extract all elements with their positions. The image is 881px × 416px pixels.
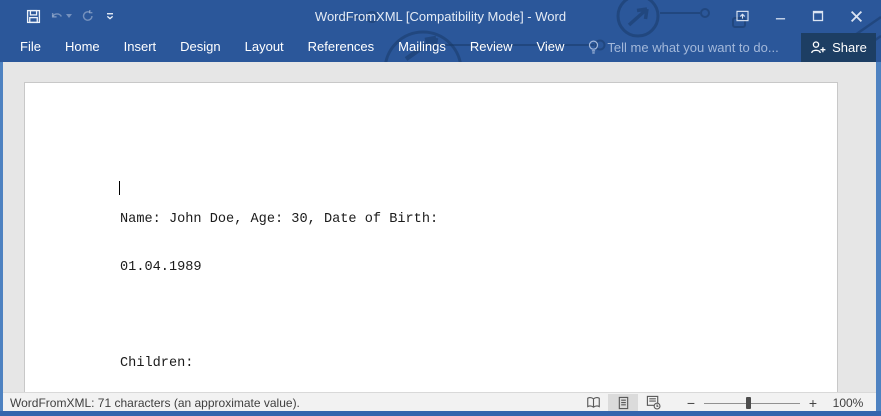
ribbon-tab-row: File Home Insert Design Layout Reference… [0, 32, 881, 62]
tab-home[interactable]: Home [53, 32, 112, 62]
ribbon-display-options-button[interactable] [723, 0, 761, 32]
tab-review[interactable]: Review [458, 32, 525, 62]
redo-button[interactable] [81, 5, 95, 27]
tab-mailings[interactable]: Mailings [386, 32, 458, 62]
lightbulb-icon [586, 39, 601, 56]
zoom-slider-thumb[interactable] [746, 397, 751, 409]
minimize-button[interactable] [761, 0, 799, 32]
qat-customize-icon [104, 10, 116, 22]
status-bar: WordFromXML: 71 characters (an approxima… [3, 392, 876, 412]
maximize-button[interactable] [799, 0, 837, 32]
zoom-in-button[interactable]: + [802, 394, 824, 412]
close-button[interactable] [837, 0, 875, 32]
customize-quick-access-button[interactable] [104, 5, 116, 27]
close-icon [850, 10, 863, 23]
share-button[interactable]: Share [801, 33, 876, 62]
document-line [120, 308, 438, 324]
window-border-right [876, 62, 881, 416]
tell-me-placeholder: Tell me what you want to do... [607, 40, 778, 55]
print-layout-icon [617, 396, 630, 410]
tab-layout[interactable]: Layout [233, 32, 296, 62]
ribbon-display-options-icon [735, 9, 750, 23]
tab-insert[interactable]: Insert [112, 32, 169, 62]
status-message: WordFromXML: 71 characters (an approxima… [3, 396, 300, 410]
word-window: WordFromXML [Compatibility Mode] - Word [0, 0, 881, 416]
tell-me-box[interactable]: Tell me what you want to do... [586, 39, 778, 56]
tab-design[interactable]: Design [168, 32, 232, 62]
share-person-icon [810, 40, 826, 55]
undo-icon [50, 9, 64, 23]
status-bar-right: − + 100% [578, 393, 876, 412]
web-layout-button[interactable] [638, 394, 668, 412]
undo-button[interactable] [50, 5, 72, 27]
tab-references[interactable]: References [296, 32, 386, 62]
tab-view[interactable]: View [524, 32, 576, 62]
document-text-block: Name: John Doe, Age: 30, Date of Birth: … [120, 180, 438, 392]
print-layout-button[interactable] [608, 394, 638, 412]
document-line: Children: [120, 356, 438, 372]
maximize-icon [812, 10, 824, 22]
document-line: Name: John Doe, Age: 30, Date of Birth: [120, 212, 438, 228]
web-layout-icon [646, 395, 661, 410]
read-mode-button[interactable] [578, 394, 608, 412]
minimize-icon [775, 11, 786, 22]
titlebar: WordFromXML [Compatibility Mode] - Word [0, 0, 881, 32]
save-icon [26, 9, 41, 24]
save-button[interactable] [26, 5, 41, 27]
redo-icon [81, 9, 95, 23]
read-mode-icon [586, 396, 601, 409]
zoom-level[interactable]: 100% [824, 396, 876, 410]
share-label: Share [832, 40, 867, 55]
document-page[interactable]: Name: John Doe, Age: 30, Date of Birth: … [24, 82, 838, 392]
zoom-out-button[interactable]: − [680, 394, 702, 412]
tab-file[interactable]: File [8, 32, 53, 62]
window-border-bottom [0, 411, 881, 416]
zoom-slider[interactable] [702, 394, 802, 412]
document-canvas: Name: John Doe, Age: 30, Date of Birth: … [3, 62, 876, 392]
undo-dropdown-caret[interactable] [66, 14, 72, 18]
document-line: 01.04.1989 [120, 260, 438, 276]
zoom-slider-track[interactable] [704, 403, 800, 404]
window-controls [723, 0, 875, 32]
quick-access-toolbar [0, 5, 116, 27]
